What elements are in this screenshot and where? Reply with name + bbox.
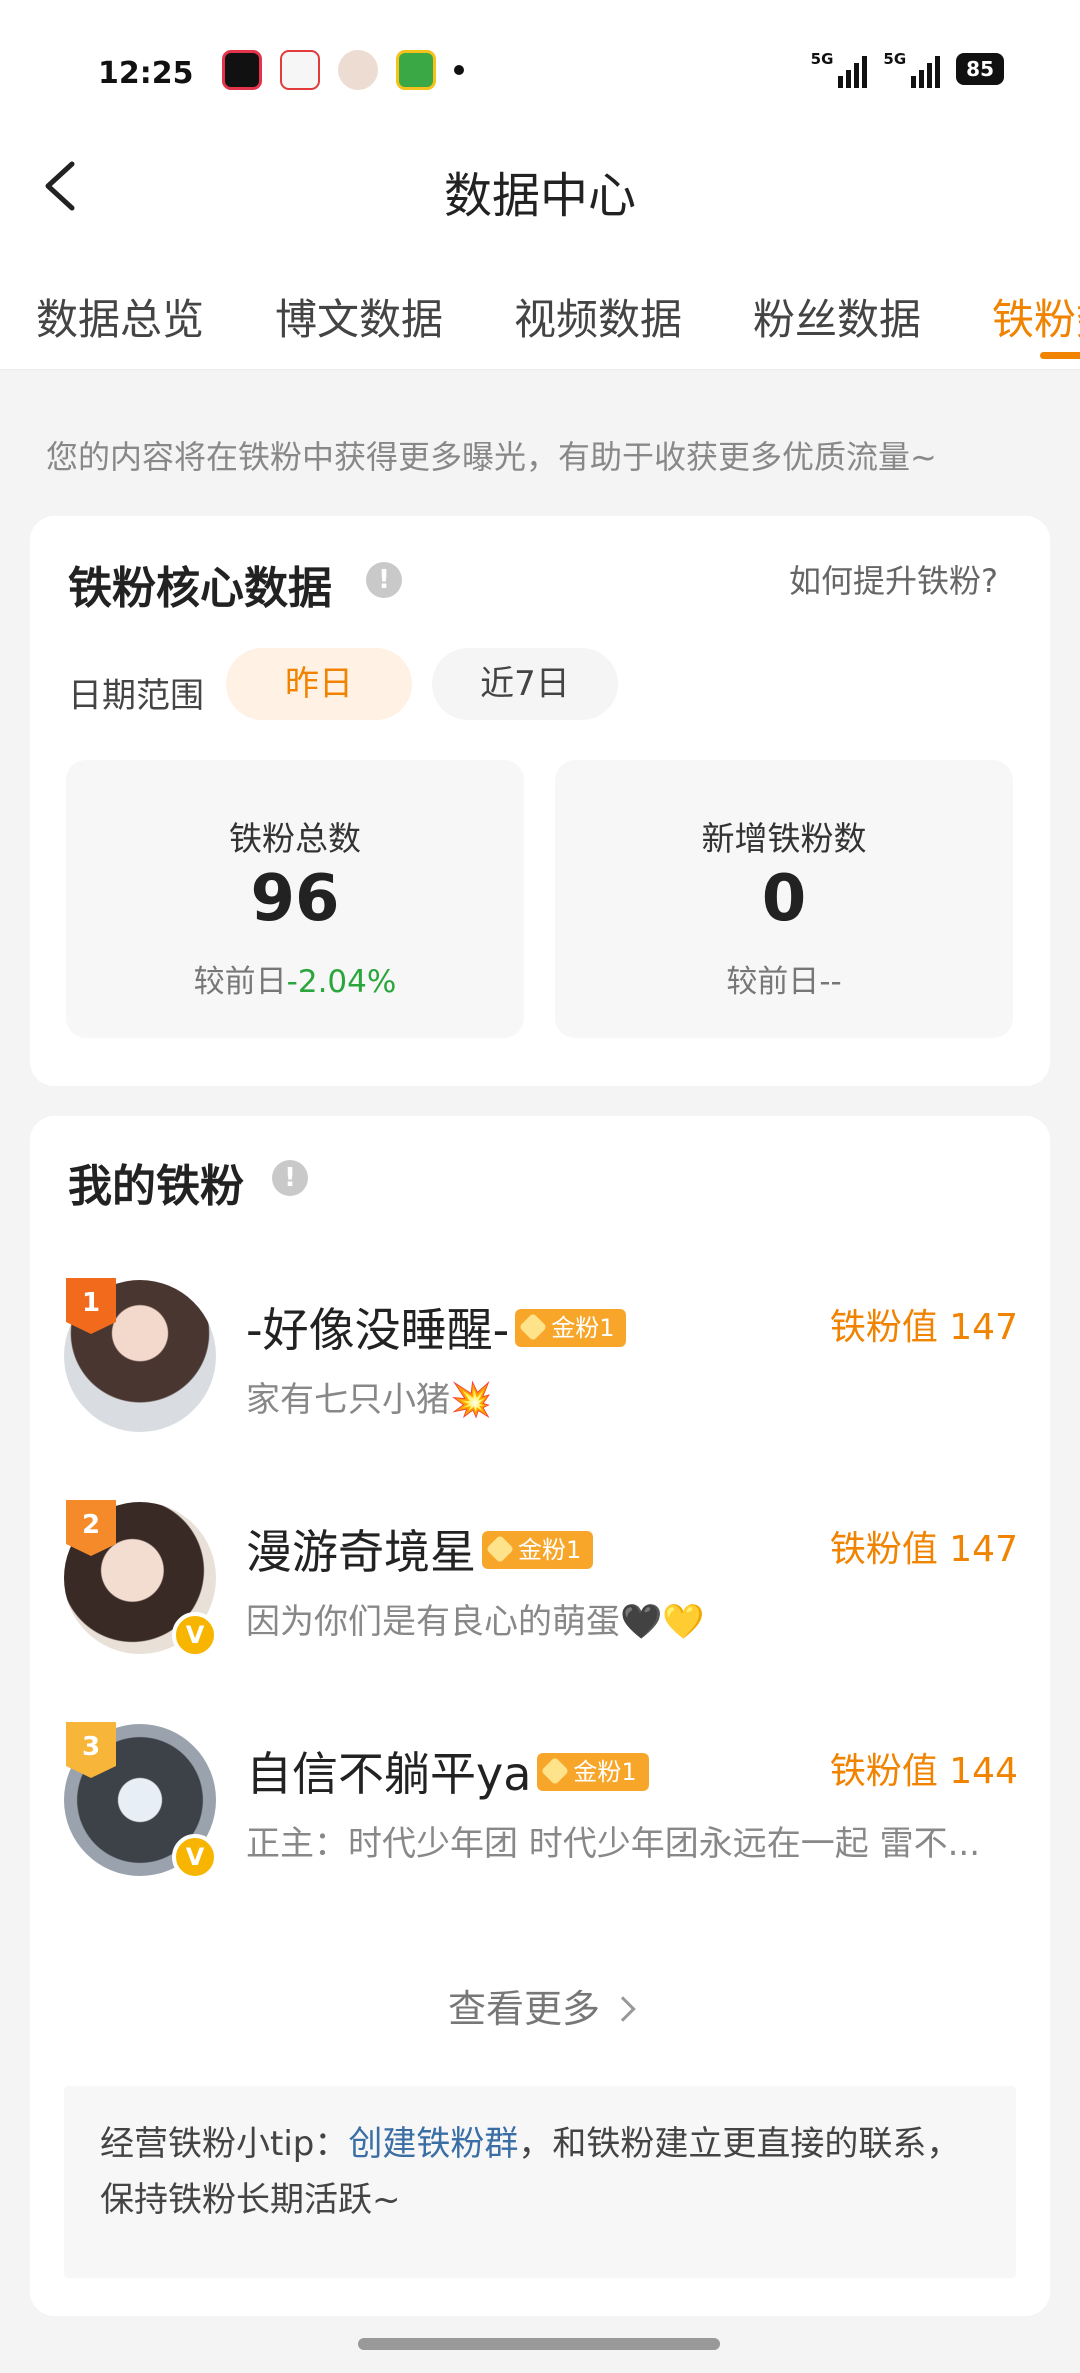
tab-post-data[interactable]: 博文数据 [275, 286, 443, 347]
my-fans-card: 我的铁粉 ! 1 -好像没睡醒- 金粉1 家有七只小猪💥 铁粉值 147 2 V … [30, 1116, 1050, 2316]
notification-icons [222, 50, 464, 90]
fan-row[interactable]: 1 -好像没睡醒- 金粉1 家有七只小猪💥 铁粉值 147 [64, 1278, 1024, 1440]
stat-new-iron-fans: 新增铁粉数 0 较前日-- [555, 760, 1013, 1038]
tab-data-overview[interactable]: 数据总览 [36, 286, 204, 347]
diamond-icon [541, 1756, 570, 1785]
stat-total-iron-fans: 铁粉总数 96 较前日-2.04% [66, 760, 524, 1038]
fan-level-badge: 金粉1 [537, 1752, 649, 1791]
fan-value: 铁粉值 144 [829, 1751, 1018, 1792]
date-range-label: 日期范围 [68, 676, 204, 716]
diamond-icon [519, 1312, 548, 1341]
fan-row[interactable]: 3 V 自信不躺平ya 金粉1 正主：时代少年团 时代少年团永远在一起 雷不...… [64, 1722, 1024, 1884]
avatar-app-icon [338, 50, 378, 90]
fan-signature: 因为你们是有良心的萌蛋🖤💛 [246, 1602, 705, 1642]
core-data-card: 铁粉核心数据 ! 如何提升铁粉? 日期范围 昨日 近7日 铁粉总数 96 较前日… [30, 516, 1050, 1086]
fan-value: 铁粉值 147 [829, 1529, 1018, 1570]
tab-bar: 数据总览 博文数据 视频数据 粉丝数据 铁粉数据 [0, 240, 1080, 370]
status-time: 12:25 [98, 56, 194, 91]
top-nav-bar: 数据中心 [0, 130, 1080, 240]
map-app-icon [280, 50, 320, 90]
tiktok-app-icon [222, 50, 262, 90]
rank-badge: 2 [66, 1500, 116, 1556]
fan-row[interactable]: 2 V 漫游奇境星 金粉1 因为你们是有良心的萌蛋🖤💛 铁粉值 147 [64, 1500, 1024, 1662]
stat-label: 新增铁粉数 [701, 819, 867, 858]
home-indicator[interactable] [358, 2338, 720, 2350]
stat-label: 铁粉总数 [229, 819, 361, 858]
info-icon[interactable]: ! [366, 562, 402, 598]
page-title: 数据中心 [443, 168, 636, 224]
stat-compare: 较前日-2.04% [193, 964, 397, 1000]
fan-level-badge: 金粉1 [482, 1530, 594, 1569]
rank-badge: 1 [66, 1278, 116, 1334]
status-bar: 12:25 5G 5G 85 [0, 0, 1080, 130]
create-fan-group-link[interactable]: 创建铁粉群 [348, 2124, 518, 2164]
system-indicators: 5G 5G 85 [811, 50, 1004, 88]
how-to-improve-link[interactable]: 如何提升铁粉? [789, 556, 998, 602]
tab-video-data[interactable]: 视频数据 [514, 286, 682, 347]
tab-iron-fan-data[interactable]: 铁粉数据 [992, 286, 1080, 347]
fan-value: 铁粉值 147 [829, 1307, 1018, 1348]
stat-change: -- [819, 964, 842, 1000]
stat-change: -2.04% [286, 964, 397, 1000]
active-tab-indicator [1040, 352, 1080, 359]
exposure-tip: 您的内容将在铁粉中获得更多曝光，有助于收获更多优质流量~ [46, 438, 937, 476]
verified-icon: V [172, 1612, 218, 1658]
stat-compare: 较前日-- [726, 964, 842, 1000]
signal-icon-2: 5G [883, 50, 941, 88]
chevron-right-icon [610, 1996, 636, 2022]
battery-icon: 85 [956, 53, 1004, 85]
fan-signature: 家有七只小猪💥 [246, 1380, 493, 1420]
signal-icon: 5G [811, 50, 868, 88]
diamond-icon [485, 1534, 515, 1563]
chip-yesterday[interactable]: 昨日 [226, 648, 412, 720]
tab-fan-data[interactable]: 粉丝数据 [753, 286, 921, 347]
fan-tip-box: 经营铁粉小tip：创建铁粉群，和铁粉建立更直接的联系，保持铁粉长期活跃~ [64, 2086, 1016, 2278]
chip-last-7-days[interactable]: 近7日 [432, 648, 618, 720]
stat-value: 96 [250, 862, 340, 936]
card-title: 我的铁粉 [68, 1161, 244, 1212]
card-title: 铁粉核心数据 [68, 563, 332, 614]
more-notifications-icon [454, 65, 464, 75]
fan-signature: 正主：时代少年团 时代少年团永远在一起 雷不... [246, 1824, 981, 1864]
verified-icon: V [172, 1834, 218, 1880]
fan-name: -好像没睡醒- 金粉1 [246, 1294, 627, 1360]
fan-name: 自信不躺平ya 金粉1 [246, 1738, 649, 1804]
fan-level-badge: 金粉1 [515, 1308, 627, 1347]
game-app-icon [396, 50, 436, 90]
fan-name: 漫游奇境星 金粉1 [246, 1516, 594, 1582]
info-icon[interactable]: ! [272, 1160, 308, 1196]
view-more-button[interactable]: 查看更多 [30, 1978, 1050, 2033]
stat-value: 0 [761, 862, 807, 936]
rank-badge: 3 [66, 1722, 116, 1778]
